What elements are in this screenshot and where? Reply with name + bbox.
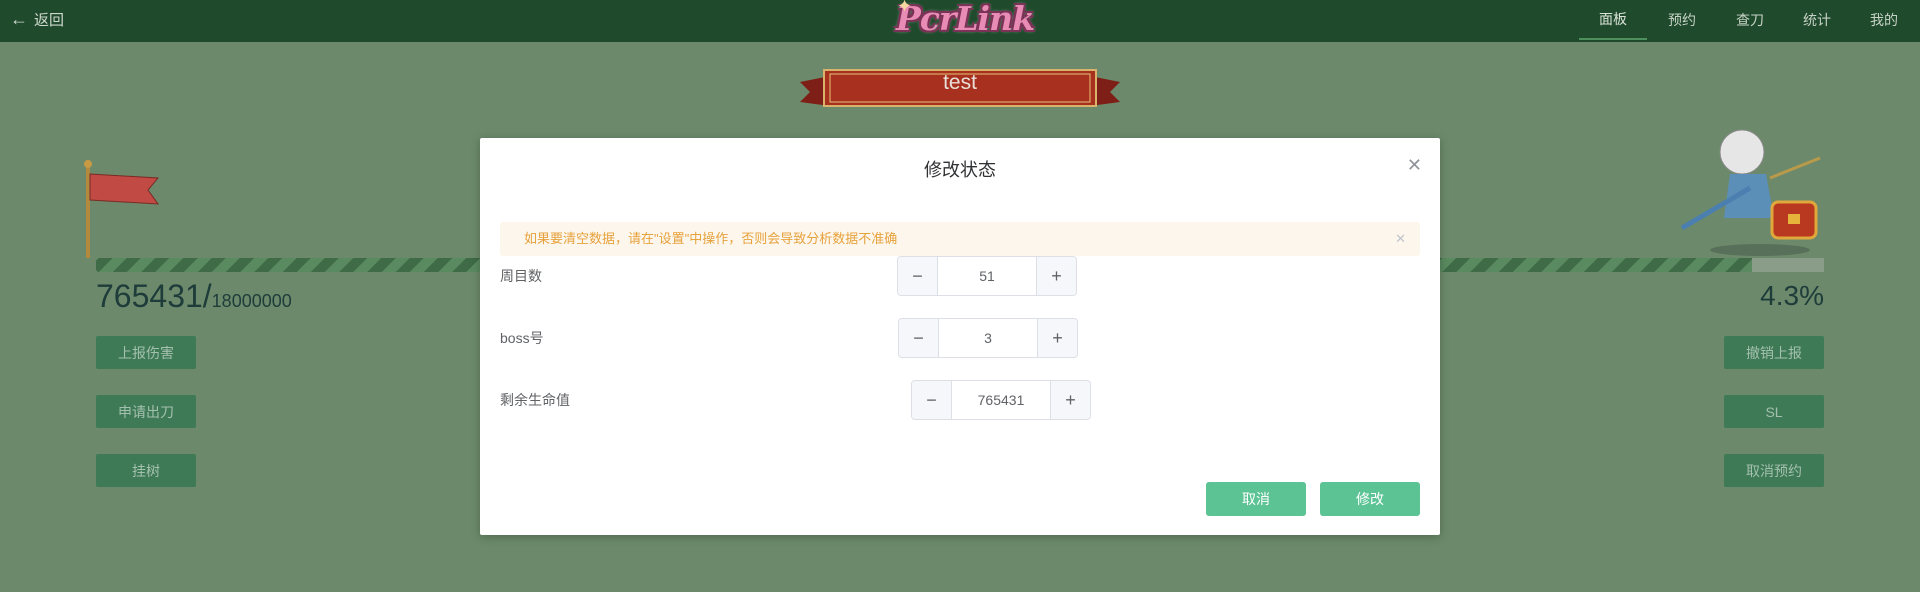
field-label-round: 周目数 — [500, 268, 542, 284]
nav-tab-check-attacks[interactable]: 查刀 — [1716, 0, 1784, 40]
cancel-reservation-button[interactable]: 取消预约 — [1724, 454, 1824, 487]
sparkle-icon: ✦ — [897, 0, 913, 16]
nav-tab-label: 查刀 — [1736, 12, 1764, 28]
flag-icon — [82, 160, 162, 260]
boss-number-stepper: − + — [898, 318, 1078, 358]
round-input[interactable] — [938, 257, 1036, 295]
nav-tab-mine[interactable]: 我的 — [1850, 0, 1918, 40]
field-label-boss-number: boss号 — [500, 330, 544, 346]
alert-text: 如果要清空数据，请在"设置"中操作，否则会导致分析数据不准确 — [524, 231, 898, 246]
nav-tab-label: 我的 — [1870, 12, 1898, 28]
boss-name: test — [943, 71, 977, 94]
minus-icon[interactable]: − — [899, 319, 939, 357]
warning-alert: 如果要清空数据，请在"设置"中操作，否则会导致分析数据不准确 ✕ — [500, 222, 1420, 256]
cancel-button[interactable]: 取消 — [1206, 482, 1306, 516]
field-label-remaining-hp: 剩余生命值 — [500, 392, 570, 408]
close-icon[interactable]: ✕ — [1407, 156, 1422, 174]
nav-tab-reserve[interactable]: 预约 — [1648, 0, 1716, 40]
confirm-edit-button[interactable]: 修改 — [1320, 482, 1420, 516]
logo-text: PcrLink — [896, 0, 1035, 38]
report-damage-button[interactable]: 上报伤害 — [96, 336, 196, 369]
plus-icon[interactable]: + — [1037, 319, 1077, 357]
back-button[interactable]: ← 返回 — [10, 0, 64, 38]
boss-hp-current: 765431/ — [96, 278, 212, 314]
top-navbar: ← 返回 ✦ PcrLink 面板 预约 查刀 统计 我的 — [0, 0, 1920, 42]
nav-tab-panel[interactable]: 面板 — [1579, 0, 1647, 40]
boss-number-input[interactable] — [939, 319, 1037, 357]
undo-report-button[interactable]: 撤销上报 — [1724, 336, 1824, 369]
remaining-hp-stepper: − + — [911, 380, 1091, 420]
app-logo: ✦ PcrLink — [895, 0, 1035, 38]
minus-icon[interactable]: − — [898, 257, 938, 295]
boss-hp-progress-remaining — [1752, 258, 1824, 272]
nav-tab-label: 预约 — [1668, 12, 1696, 28]
edit-status-dialog: 修改状态 ✕ 如果要清空数据，请在"设置"中操作，否则会导致分析数据不准确 ✕ … — [480, 138, 1440, 535]
alert-close-icon[interactable]: ✕ — [1395, 222, 1406, 256]
sl-button[interactable]: SL — [1724, 395, 1824, 428]
nav-tab-label: 面板 — [1599, 11, 1627, 27]
arrow-left-icon: ← — [10, 9, 28, 29]
back-label: 返回 — [34, 11, 65, 29]
round-stepper: − + — [897, 256, 1077, 296]
hang-tree-button[interactable]: 挂树 — [96, 454, 196, 487]
remaining-hp-input[interactable] — [952, 381, 1050, 419]
boss-hp-text: 765431/18000000 — [96, 278, 292, 315]
apply-attack-button[interactable]: 申请出刀 — [96, 395, 196, 428]
boss-character-icon — [1680, 118, 1840, 258]
boss-name-banner: test — [800, 66, 1120, 118]
plus-icon[interactable]: + — [1050, 381, 1090, 419]
boss-hp-percent: 4.3% — [1760, 280, 1824, 311]
dialog-title: 修改状态 — [924, 160, 996, 180]
boss-hp-max: 18000000 — [211, 291, 292, 311]
minus-icon[interactable]: − — [912, 381, 952, 419]
nav-tab-label: 统计 — [1803, 12, 1831, 28]
nav-tab-statistics[interactable]: 统计 — [1783, 0, 1851, 40]
plus-icon[interactable]: + — [1036, 257, 1076, 295]
